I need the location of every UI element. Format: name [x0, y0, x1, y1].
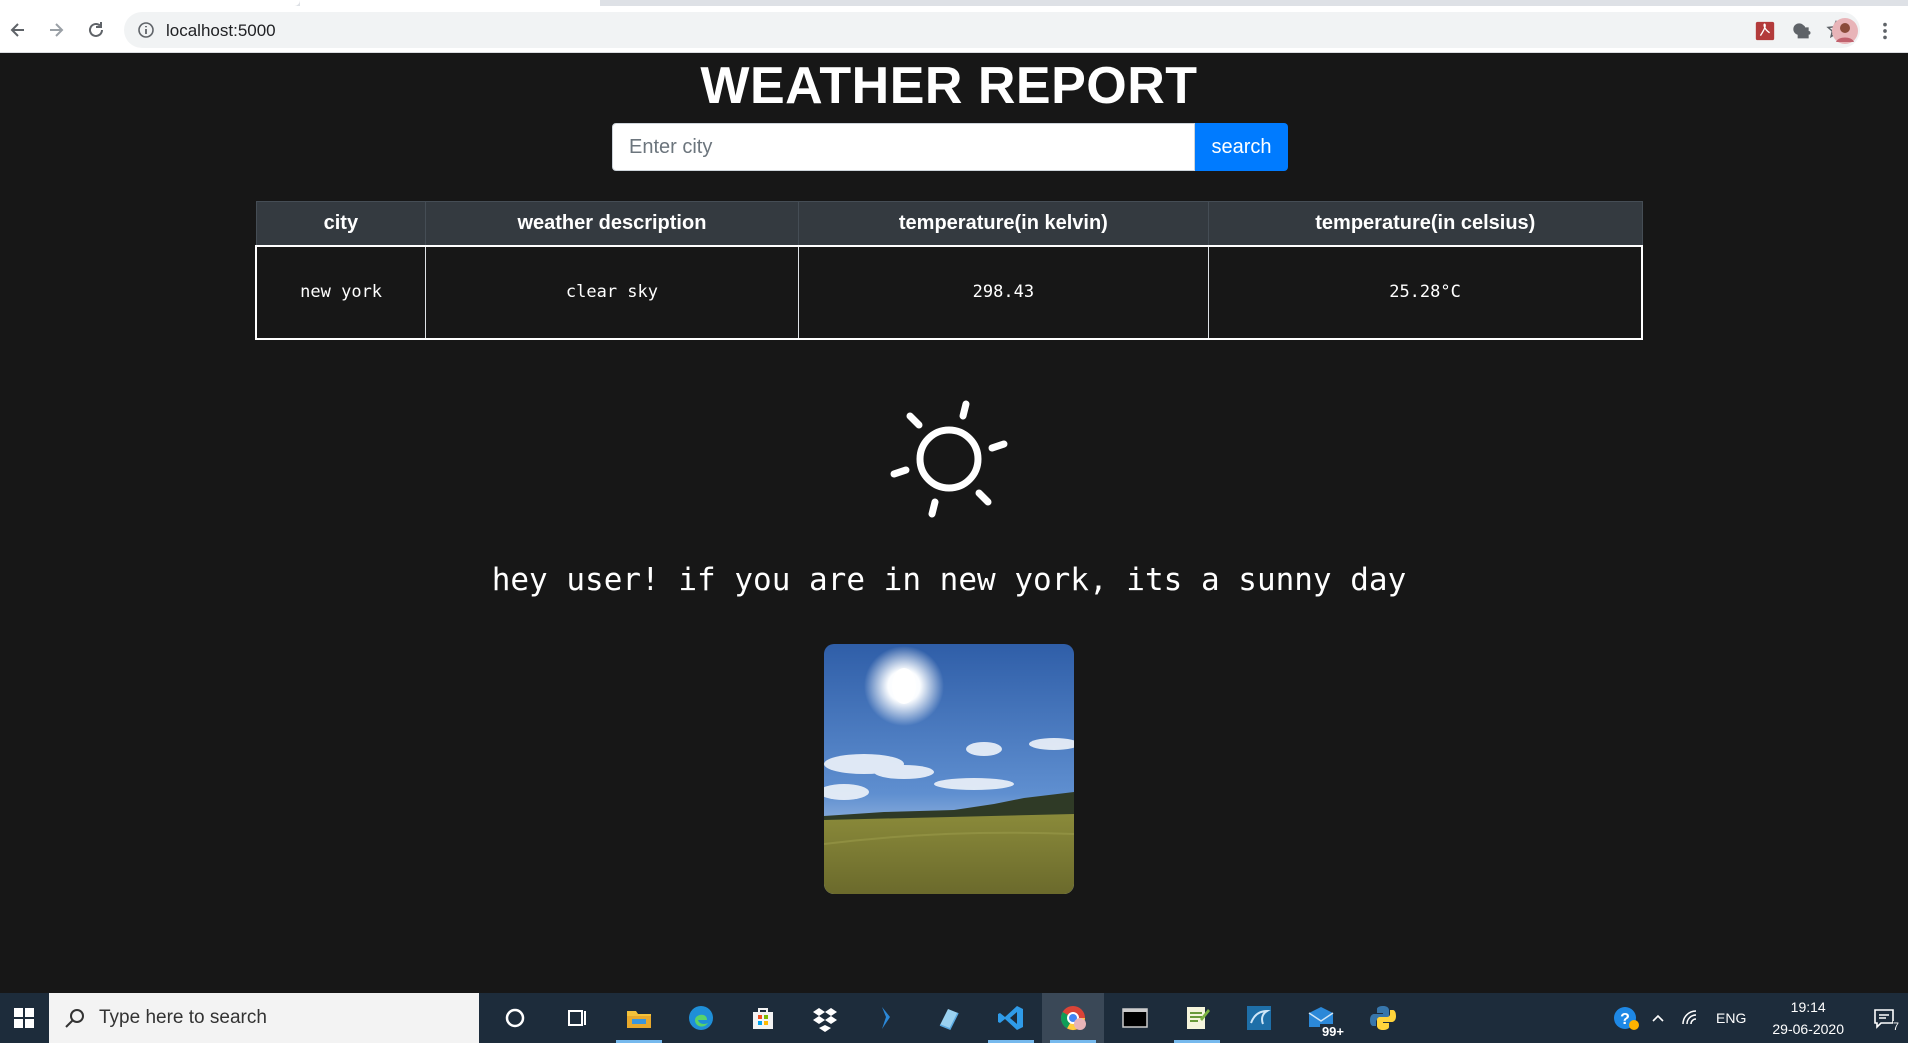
cell-city: new york — [255, 245, 427, 339]
search-button[interactable]: search — [1195, 123, 1288, 171]
windows-taskbar: Type here to search 99+ ? ENG 19:14 29-0… — [0, 993, 1908, 1043]
edge-browser-icon[interactable] — [670, 993, 732, 1043]
city-search-form: search — [612, 123, 1288, 171]
cell-description: clear sky — [425, 245, 799, 339]
system-tray: ? ENG 19:14 29-06-2020 7 — [1610, 993, 1908, 1043]
reload-icon[interactable] — [80, 14, 112, 46]
help-icon[interactable]: ? — [1610, 993, 1642, 1043]
weather-table: city weather description temperature(in … — [255, 201, 1643, 340]
pdf-extension-icon[interactable] — [1752, 18, 1778, 44]
extensions-puzzle-icon[interactable] — [1792, 18, 1818, 44]
table-row: new york clear sky 298.43 25.28°C — [255, 245, 1643, 339]
cortana-icon[interactable] — [484, 993, 546, 1043]
notification-count: 7 — [1892, 1021, 1899, 1033]
terminal-icon[interactable] — [1104, 993, 1166, 1043]
vscode-icon[interactable] — [980, 993, 1042, 1043]
dropbox-icon[interactable] — [794, 993, 856, 1043]
mail-badge: 99+ — [1319, 1024, 1346, 1039]
back-icon[interactable] — [2, 14, 34, 46]
mysql-workbench-icon[interactable] — [1228, 993, 1290, 1043]
microsoft-store-icon[interactable] — [732, 993, 794, 1043]
taskbar-apps: 99+ — [484, 993, 1414, 1043]
task-view-icon[interactable] — [546, 993, 608, 1043]
sunny-sky-photo — [824, 644, 1074, 894]
clock-time: 19:14 — [1790, 999, 1826, 1015]
browser-menu-icon[interactable] — [1872, 18, 1898, 44]
svg-text:?: ? — [1620, 1011, 1630, 1028]
sun-icon — [884, 394, 1014, 524]
start-windows-icon[interactable] — [0, 993, 48, 1043]
wifi-icon[interactable] — [1674, 993, 1706, 1043]
cell-celsius: 25.28°C — [1208, 245, 1643, 339]
taskbar-search-box[interactable]: Type here to search — [49, 993, 479, 1043]
info-icon[interactable] — [136, 20, 156, 40]
column-header-kelvin: temperature(in kelvin) — [797, 201, 1210, 246]
notepad-plus-icon[interactable] — [1166, 993, 1228, 1043]
url-text[interactable]: localhost:5000 — [166, 21, 276, 41]
page-title: WEATHER REPORT — [700, 57, 1198, 115]
browser-toolbar: localhost:5000 — [0, 6, 1908, 53]
file-explorer-icon[interactable] — [608, 993, 670, 1043]
mail-icon[interactable]: 99+ — [1290, 993, 1352, 1043]
forward-icon[interactable] — [40, 14, 72, 46]
search-icon — [65, 1009, 84, 1028]
power-automate-icon[interactable] — [856, 993, 918, 1043]
clock[interactable]: 19:14 29-06-2020 — [1756, 996, 1860, 1040]
column-header-description: weather description — [425, 201, 799, 246]
table-header-row: city weather description temperature(in … — [255, 201, 1643, 246]
action-center-icon[interactable]: 7 — [1860, 993, 1908, 1043]
profile-avatar[interactable] — [1832, 18, 1858, 44]
chrome-icon[interactable] — [1042, 993, 1104, 1043]
weather-message: hey user! if you are in new york, its a … — [491, 562, 1407, 598]
chevron-up-icon[interactable] — [1642, 993, 1674, 1043]
python-icon[interactable] — [1352, 993, 1414, 1043]
clock-date: 29-06-2020 — [1772, 1021, 1844, 1037]
azure-storage-explorer-icon[interactable] — [918, 993, 980, 1043]
column-header-celsius: temperature(in celsius) — [1208, 201, 1643, 246]
address-bar[interactable]: localhost:5000 — [124, 12, 1860, 48]
taskbar-search-placeholder: Type here to search — [99, 1007, 267, 1028]
city-search-input[interactable] — [612, 123, 1195, 171]
column-header-city: city — [255, 201, 427, 246]
cell-kelvin: 298.43 — [797, 245, 1210, 339]
language-indicator[interactable]: ENG — [1706, 1010, 1756, 1026]
